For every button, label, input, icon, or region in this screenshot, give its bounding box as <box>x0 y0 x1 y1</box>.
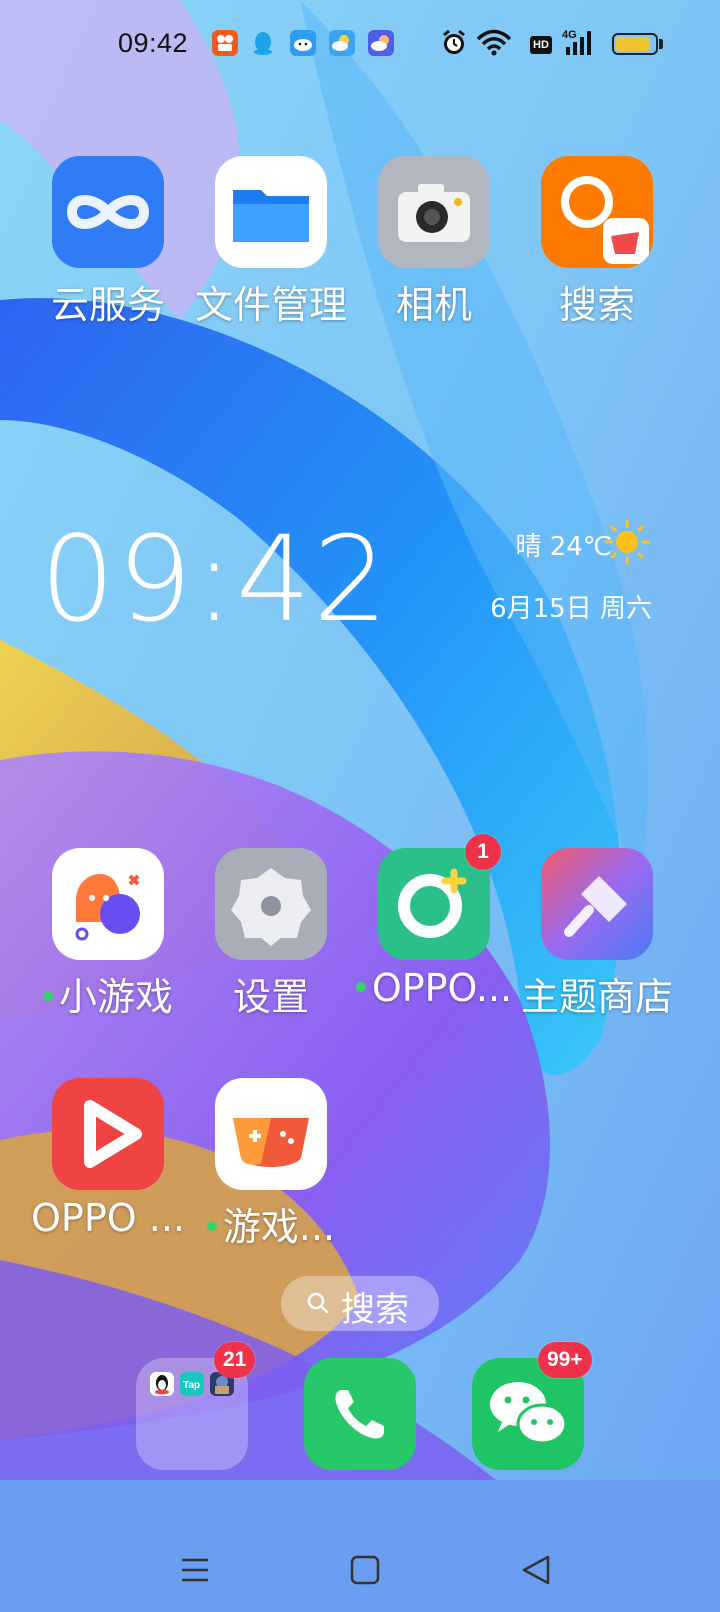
cloud-mascot-icon <box>290 30 316 56</box>
status-bar: 09:42 HD 4G <box>0 0 720 90</box>
qq-icon <box>250 30 276 56</box>
search-app-icon <box>541 156 653 268</box>
folder-icon <box>215 156 327 268</box>
app-phone[interactable] <box>304 1358 416 1470</box>
battery-level <box>616 37 651 51</box>
new-dot <box>206 1220 217 1231</box>
date-text[interactable]: 6月15日 周六 <box>490 588 652 625</box>
status-time: 09:42 <box>118 28 189 58</box>
app-label: 相机 <box>395 283 472 327</box>
menu-icon[interactable] <box>170 1548 220 1592</box>
new-dot <box>42 990 53 1001</box>
mini-games-icon <box>52 848 164 960</box>
weather-icon <box>329 30 355 56</box>
wifi-icon <box>476 29 512 56</box>
app-label-text: 游戏... <box>222 1205 336 1249</box>
theme-store-icon <box>541 848 653 960</box>
cloud-service-icon <box>52 156 164 268</box>
home-icon[interactable] <box>340 1548 390 1592</box>
back-icon[interactable] <box>512 1548 562 1592</box>
gear-icon <box>215 848 327 960</box>
notification-badge: 1 <box>465 834 501 870</box>
alarm-icon <box>443 29 465 54</box>
app-label: 主题商店 <box>520 975 673 1019</box>
battery-cap <box>659 39 663 49</box>
svg-text:Tap: Tap <box>183 1380 200 1391</box>
app-label: 设置 <box>232 975 309 1019</box>
new-dot <box>355 981 366 992</box>
qq-icon <box>150 1372 174 1396</box>
hd-icon: HD <box>530 36 552 54</box>
app-label: OPPO... <box>349 966 519 1010</box>
app-label: 游戏... <box>186 1196 356 1251</box>
weather-text[interactable]: 晴 24℃ <box>515 526 612 563</box>
svg-text:4G: 4G <box>562 29 577 41</box>
app-label-text: OPPO... <box>371 966 513 1010</box>
notification-badge: 99+ <box>538 1342 592 1378</box>
search-icon <box>307 1292 329 1314</box>
camera-icon <box>378 156 490 268</box>
weather-night-icon <box>368 30 394 56</box>
battery-icon <box>612 33 658 55</box>
app-label: 云服务 <box>50 283 165 327</box>
app-label: 搜索 <box>558 283 635 327</box>
phone-icon <box>335 1390 384 1439</box>
signal-4g-icon: 4G <box>562 29 591 55</box>
app-label: 文件管理 <box>194 283 347 327</box>
notification-badge: 21 <box>214 1342 256 1378</box>
search-label: 搜索 <box>341 1290 409 1330</box>
gamepad-icon <box>215 1078 327 1190</box>
sun-icon <box>604 519 650 565</box>
app-label-text: 小游戏 <box>58 975 173 1019</box>
search-button[interactable]: 搜索 <box>281 1276 439 1331</box>
video-app-icon <box>212 30 238 56</box>
video-player-icon <box>52 1078 164 1190</box>
clock-widget-time[interactable]: 09:42 <box>40 510 390 648</box>
tap-icon: Tap <box>180 1372 204 1396</box>
app-label: 小游戏 <box>23 966 193 1021</box>
app-label: OPPO ... <box>31 1196 185 1240</box>
